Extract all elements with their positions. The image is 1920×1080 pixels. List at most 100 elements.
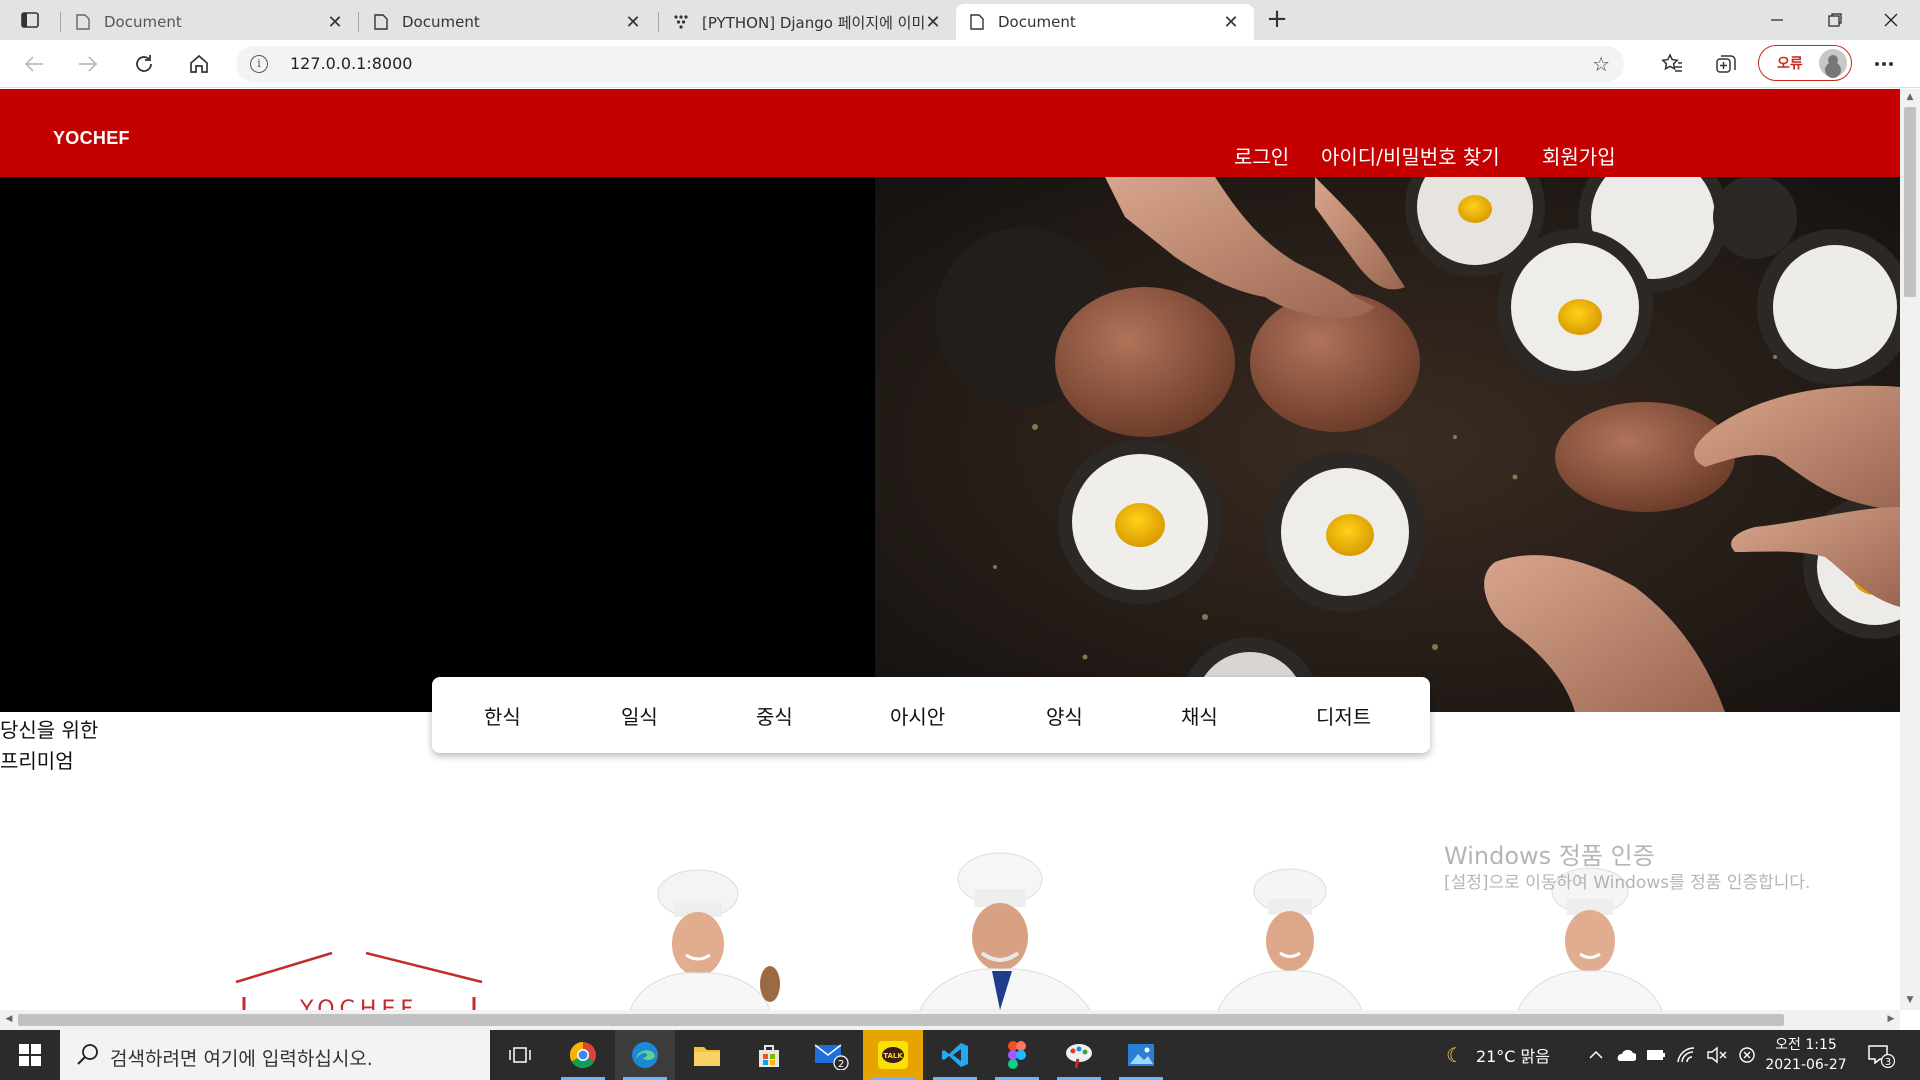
tagline-line-1: 당신을 위한: [0, 718, 99, 742]
show-hidden-icons-icon[interactable]: [1588, 1050, 1604, 1060]
house-logo-text: YOCHEF: [299, 997, 418, 1010]
figma-icon[interactable]: [987, 1030, 1047, 1080]
nav-signup[interactable]: 회원가입: [1542, 141, 1616, 170]
browser-tab-bar: Document ✕ Document ✕ [PYTHON] Django 페이…: [0, 0, 1920, 40]
favorites-icon[interactable]: [1656, 50, 1688, 78]
notification-icon: 3: [1868, 1045, 1896, 1068]
wifi-icon[interactable]: [1676, 1046, 1696, 1064]
paint-icon[interactable]: [1049, 1030, 1109, 1080]
category-vegetarian[interactable]: 채식: [1181, 701, 1218, 730]
vertical-scroll-thumb[interactable]: [1904, 107, 1916, 297]
hero-banner: [0, 177, 1900, 712]
nav-find-account[interactable]: 아이디/비밀번호 찾기: [1321, 141, 1500, 170]
photos-icon[interactable]: [1111, 1030, 1171, 1080]
mail-icon[interactable]: 2: [801, 1030, 861, 1080]
mail-badge: 2: [838, 1059, 844, 1070]
collections-icon[interactable]: [1710, 50, 1742, 78]
activation-watermark-title: Windows 정품 인증: [1444, 842, 1655, 870]
page-icon: [374, 14, 388, 30]
nav-login[interactable]: 로그인: [1234, 141, 1289, 170]
profile-error-button[interactable]: 오류: [1758, 45, 1852, 81]
scroll-down-icon[interactable]: ▼: [1904, 995, 1916, 1007]
microsoft-store-icon[interactable]: [739, 1030, 799, 1080]
category-japanese[interactable]: 일식: [621, 701, 658, 730]
refresh-icon: [136, 55, 152, 72]
minimize-button[interactable]: [1748, 0, 1806, 40]
minimize-icon: [1771, 19, 1783, 21]
horizontal-scrollbar[interactable]: ◀ ▶: [0, 1010, 1900, 1030]
refresh-button[interactable]: [126, 48, 162, 80]
more-menu-icon[interactable]: [1868, 50, 1900, 78]
input-method-icon[interactable]: [1738, 1046, 1756, 1064]
system-tray: [1588, 1030, 1756, 1080]
back-button[interactable]: [16, 48, 52, 80]
chef-photo-2: [919, 852, 1091, 1010]
battery-icon[interactable]: [1646, 1049, 1666, 1061]
tab-close-icon[interactable]: ✕: [326, 12, 344, 33]
chef-photo-3: [1217, 868, 1363, 1010]
horizontal-scroll-thumb[interactable]: [18, 1014, 1784, 1026]
error-label: 오류: [1777, 56, 1803, 72]
category-chinese[interactable]: 중식: [756, 701, 793, 730]
tab-title: Document: [998, 13, 1076, 31]
tab-document-2[interactable]: Document ✕: [360, 4, 656, 40]
tab-document-1[interactable]: Document ✕: [62, 4, 358, 40]
new-tab-button[interactable]: +: [1262, 6, 1292, 34]
clock-date: 2021-06-27: [1765, 1057, 1847, 1073]
site-info-icon[interactable]: i: [250, 55, 268, 73]
address-bar[interactable]: i 127.0.0.1:8000 ☆: [236, 46, 1624, 82]
tab-separator: [658, 12, 659, 32]
windows-taskbar: 검색하려면 여기에 입력하십시오. 2 TALK ☾ 21°C 맑음 오전 1:…: [0, 1030, 1920, 1080]
home-button[interactable]: [181, 48, 217, 80]
scroll-up-icon[interactable]: ▲: [1904, 92, 1916, 104]
edge-icon[interactable]: [615, 1030, 675, 1080]
tab-title: [PYTHON] Django 페이지에 이미: [702, 13, 924, 32]
svg-text:TALK: TALK: [883, 1052, 903, 1060]
category-asian[interactable]: 아시안: [890, 701, 945, 730]
tab-title: Document: [104, 13, 182, 31]
page-icon: [76, 14, 90, 30]
tab-close-icon[interactable]: ✕: [924, 12, 942, 33]
scroll-right-icon[interactable]: ▶: [1885, 1014, 1897, 1026]
notification-center-button[interactable]: 3: [1866, 1030, 1896, 1080]
task-view-icon[interactable]: [490, 1030, 550, 1080]
start-button[interactable]: [0, 1030, 60, 1080]
taskbar-search[interactable]: 검색하려면 여기에 입력하십시오.: [60, 1030, 490, 1080]
restore-button[interactable]: [1806, 0, 1864, 40]
page-icon: [970, 14, 984, 30]
add-favorite-icon[interactable]: ☆: [1592, 52, 1610, 76]
forward-button[interactable]: [70, 48, 106, 80]
file-explorer-icon[interactable]: [677, 1030, 737, 1080]
moon-icon: ☾: [1446, 1043, 1464, 1067]
activation-watermark-text: [설정]으로 이동하여 Windows를 정품 인증합니다.: [1444, 873, 1811, 893]
forward-arrow-icon: [79, 56, 98, 72]
category-dessert[interactable]: 디저트: [1316, 701, 1371, 730]
weather-widget[interactable]: ☾ 21°C 맑음: [1446, 1030, 1550, 1080]
url-text[interactable]: 127.0.0.1:8000: [290, 54, 412, 73]
tab-title: Document: [402, 13, 480, 31]
tab-django-article[interactable]: [PYTHON] Django 페이지에 이미 ✕: [660, 4, 956, 40]
home-icon: [190, 54, 208, 73]
category-western[interactable]: 양식: [1046, 701, 1083, 730]
vertical-scrollbar[interactable]: ▲ ▼: [1900, 89, 1920, 1010]
avatar: [1819, 49, 1847, 77]
hero-food-photo: [875, 177, 1900, 712]
kakaotalk-icon[interactable]: TALK: [863, 1030, 923, 1080]
site-logo[interactable]: YOCHEF: [53, 128, 130, 149]
tab-close-icon[interactable]: ✕: [1222, 12, 1240, 33]
category-korean[interactable]: 한식: [484, 701, 521, 730]
volume-muted-icon[interactable]: [1706, 1046, 1728, 1064]
tab-close-icon[interactable]: ✕: [624, 12, 642, 33]
browser-toolbar: i 127.0.0.1:8000 ☆ 오류: [0, 40, 1920, 88]
tab-document-active[interactable]: Document ✕: [956, 4, 1254, 40]
clock[interactable]: 오전 1:15 2021-06-27: [1764, 1035, 1848, 1075]
close-window-button[interactable]: [1862, 0, 1920, 40]
scroll-left-icon[interactable]: ◀: [3, 1014, 15, 1026]
onedrive-icon[interactable]: [1614, 1048, 1636, 1062]
close-icon: [1884, 13, 1898, 27]
search-placeholder: 검색하려면 여기에 입력하십시오.: [110, 1048, 373, 1070]
vscode-icon[interactable]: [925, 1030, 985, 1080]
tab-separator: [60, 12, 61, 32]
tab-actions-icon[interactable]: [10, 8, 50, 32]
chrome-icon[interactable]: [553, 1030, 613, 1080]
